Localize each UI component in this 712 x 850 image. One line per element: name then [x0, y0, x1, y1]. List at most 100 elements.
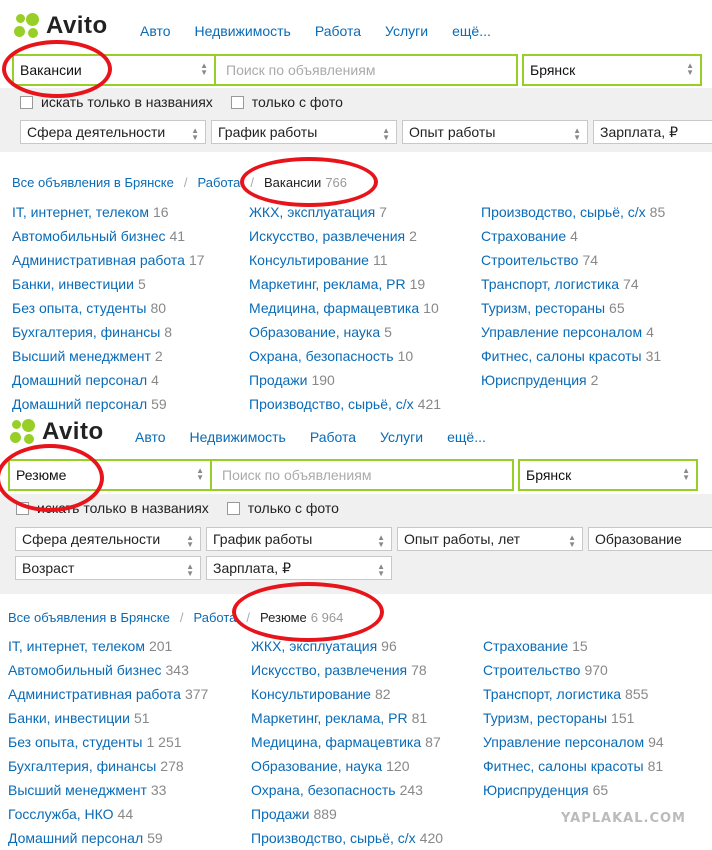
category-item[interactable]: Строительство 970	[483, 660, 664, 684]
filter-experience[interactable]: Опыт работы ▲ ▼	[402, 120, 588, 144]
category-item[interactable]: Высший менеджмент 33	[8, 780, 208, 804]
nav-services[interactable]: Услуги	[385, 23, 428, 39]
category-item[interactable]: Туризм, рестораны 65	[481, 298, 665, 322]
category-item[interactable]: Без опыта, студенты 1 251	[8, 732, 208, 756]
category-item[interactable]: Искусство, развлечения 78	[251, 660, 443, 684]
title-only-checkbox[interactable]	[16, 501, 29, 515]
category-item[interactable]: Транспорт, логистика 855	[483, 684, 664, 708]
filter-salary[interactable]: Зарплата, ₽ ▲ ▼	[206, 556, 392, 580]
category-item[interactable]: Образование, наука 120	[251, 756, 443, 780]
nav-services[interactable]: Услуги	[380, 429, 423, 445]
category-select[interactable]: Резюме ▲ ▼	[8, 459, 212, 491]
nav-auto[interactable]: Авто	[140, 23, 171, 39]
category-item[interactable]: Страхование 4	[481, 226, 665, 250]
category-item[interactable]: Банки, инвестиции 51	[8, 708, 208, 732]
photo-only-checkbox[interactable]	[230, 95, 244, 109]
category-item[interactable]: Фитнес, салоны красоты 81	[483, 756, 664, 780]
category-item[interactable]: Домашний персонал 59	[8, 828, 208, 850]
category-item[interactable]: Консультирование 11	[249, 250, 441, 274]
nav-jobs[interactable]: Работа	[315, 23, 361, 39]
filter-age[interactable]: Возраст ▲ ▼	[15, 556, 201, 580]
category-item[interactable]: Охрана, безопасность 10	[249, 346, 441, 370]
category-item-name: Медицина, фармацевтика	[251, 734, 422, 750]
category-item[interactable]: Юриспруденция 2	[481, 370, 665, 394]
category-item[interactable]: Консультирование 82	[251, 684, 443, 708]
filter-salary[interactable]: Зарплата, ₽	[593, 120, 712, 144]
filter-education[interactable]: Образование	[588, 527, 712, 551]
category-item[interactable]: Производство, сырьё, с/х 420	[251, 828, 443, 850]
category-item[interactable]: Продажи 889	[251, 804, 443, 828]
category-select[interactable]: Вакансии ▲ ▼	[12, 54, 216, 86]
category-item[interactable]: Административная работа 17	[12, 250, 205, 274]
category-item[interactable]: Административная работа 377	[8, 684, 208, 708]
category-item[interactable]: Без опыта, студенты 80	[12, 298, 205, 322]
nav-realty[interactable]: Недвижимость	[195, 23, 291, 39]
category-item[interactable]: Управление персоналом 94	[483, 732, 664, 756]
nav-realty[interactable]: Недвижимость	[190, 429, 286, 445]
category-item[interactable]: IT, интернет, телеком 16	[12, 202, 205, 226]
category-item[interactable]: Туризм, рестораны 151	[483, 708, 664, 732]
category-item[interactable]: Маркетинг, реклама, PR 81	[251, 708, 443, 732]
search-input[interactable]: Поиск по объявлениям	[214, 54, 518, 86]
category-item[interactable]: ЖКХ, эксплуатация 96	[251, 636, 443, 660]
category-item[interactable]: Автомобильный бизнес 41	[12, 226, 205, 250]
category-item[interactable]: Производство, сырьё, с/х 421	[249, 394, 441, 412]
category-item[interactable]: Фитнес, салоны красоты 31	[481, 346, 665, 370]
category-item[interactable]: Медицина, фармацевтика 87	[251, 732, 443, 756]
nav-jobs[interactable]: Работа	[310, 429, 356, 445]
category-item[interactable]: Продажи 190	[249, 370, 441, 394]
category-item[interactable]: ЖКХ, эксплуатация 7	[249, 202, 441, 226]
avito-logo-icon	[10, 419, 36, 445]
filter-experience[interactable]: Опыт работы, лет ▲ ▼	[397, 527, 583, 551]
category-item[interactable]: Юриспруденция 65	[483, 780, 664, 804]
category-item[interactable]: Маркетинг, реклама, PR 19	[249, 274, 441, 298]
category-item[interactable]: Банки, инвестиции 5	[12, 274, 205, 298]
category-item-name: Административная работа	[12, 252, 185, 268]
category-item[interactable]: Бухгалтерия, финансы 278	[8, 756, 208, 780]
title-only-checkbox[interactable]	[20, 95, 33, 109]
photo-only-checkbox[interactable]	[226, 501, 240, 515]
category-item[interactable]: Образование, наука 5	[249, 322, 441, 346]
city-select[interactable]: Брянск ▲ ▼	[518, 459, 698, 491]
city-select[interactable]: Брянск ▲ ▼	[522, 54, 702, 86]
nav-more[interactable]: ещё...	[447, 429, 486, 445]
category-item[interactable]: Автомобильный бизнес 343	[8, 660, 208, 684]
search-input[interactable]: Поиск по объявлениям	[210, 459, 514, 491]
category-item[interactable]: Бухгалтерия, финансы 8	[12, 322, 205, 346]
category-item-name: Искусство, развлечения	[251, 662, 408, 678]
nav-auto[interactable]: Авто	[135, 429, 166, 445]
category-item[interactable]: Строительство 74	[481, 250, 665, 274]
avito-logo[interactable]: Avito	[10, 418, 104, 446]
category-item-count: 65	[592, 782, 609, 798]
category-item[interactable]: Страхование 15	[483, 636, 664, 660]
category-item[interactable]: Госслужба, НКО 44	[8, 804, 208, 828]
category-item-name: Без опыта, студенты	[12, 300, 147, 316]
category-item[interactable]: Охрана, безопасность 243	[251, 780, 443, 804]
select-arrows-icon: ▲ ▼	[682, 466, 690, 482]
category-item[interactable]: Домашний персонал 4	[12, 370, 205, 394]
category-item[interactable]: Высший менеджмент 2	[12, 346, 205, 370]
avito-logo[interactable]: Avito	[14, 12, 108, 40]
breadcrumb-all[interactable]: Все объявления в Брянске	[12, 175, 174, 190]
filter-schedule[interactable]: График работы ▲ ▼	[206, 527, 392, 551]
breadcrumb-jobs[interactable]: Работа	[193, 610, 236, 625]
category-item[interactable]: Производство, сырьё, с/х 85	[481, 202, 665, 226]
category-item[interactable]: Медицина, фармацевтика 10	[249, 298, 441, 322]
breadcrumb-all[interactable]: Все объявления в Брянске	[8, 610, 170, 625]
category-item[interactable]: IT, интернет, телеком 201	[8, 636, 208, 660]
category-item[interactable]: Домашний персонал 59	[12, 394, 205, 412]
category-item-count: 16	[152, 204, 169, 220]
category-item[interactable]: Управление персоналом 4	[481, 322, 665, 346]
avito-logo-icon	[14, 13, 40, 39]
breadcrumb-jobs[interactable]: Работа	[197, 175, 240, 190]
filter-schedule[interactable]: График работы ▲ ▼	[211, 120, 397, 144]
category-item[interactable]: Транспорт, логистика 74	[481, 274, 665, 298]
filter-sphere[interactable]: Сфера деятельности ▲ ▼	[15, 527, 201, 551]
category-item[interactable]: Искусство, развлечения 2	[249, 226, 441, 250]
category-item-name: Юриспруденция	[481, 372, 587, 388]
nav-more[interactable]: ещё...	[452, 23, 491, 39]
filter-sphere[interactable]: Сфера деятельности ▲ ▼	[20, 120, 206, 144]
category-item-count: 5	[384, 324, 392, 340]
select-arrows-icon: ▲ ▼	[186, 533, 194, 549]
category-item-name: Транспорт, логистика	[481, 276, 620, 292]
